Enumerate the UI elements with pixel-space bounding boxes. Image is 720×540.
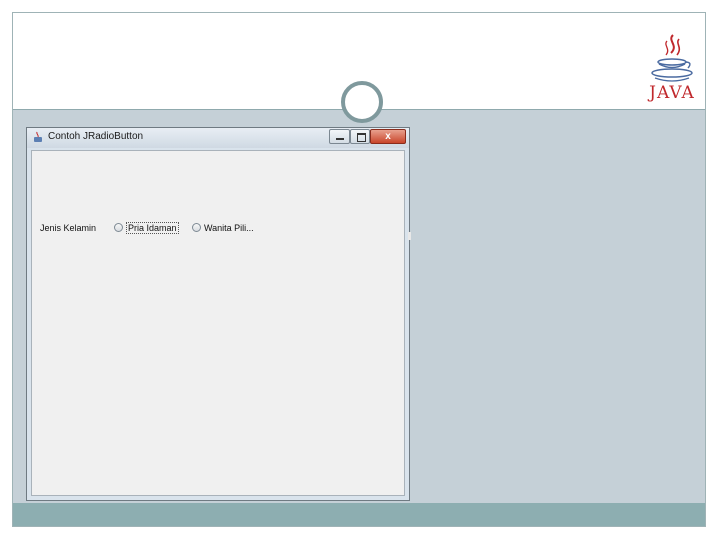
radio-wanita-label[interactable]: Wanita Pili... bbox=[204, 223, 254, 233]
close-icon: x bbox=[385, 131, 391, 142]
gender-label: Jenis Kelamin bbox=[40, 223, 97, 233]
maximize-icon bbox=[357, 133, 366, 142]
radio-pria[interactable] bbox=[114, 223, 123, 232]
slide-footer-bar bbox=[13, 503, 705, 526]
radio-pria-label[interactable]: Pria Idaman bbox=[126, 222, 179, 234]
java-cup-icon bbox=[651, 34, 693, 82]
minimize-button[interactable] bbox=[329, 129, 350, 144]
window-edge-marker bbox=[408, 232, 411, 240]
app-window: Contoh JRadioButton x Jenis Kelamin Pria… bbox=[26, 127, 410, 501]
minimize-icon bbox=[336, 138, 344, 140]
decorative-ring bbox=[341, 81, 383, 123]
window-titlebar[interactable]: Contoh JRadioButton x bbox=[27, 128, 409, 148]
window-title: Contoh JRadioButton bbox=[48, 131, 144, 142]
maximize-button[interactable] bbox=[350, 129, 370, 144]
window-content-pane: Jenis Kelamin Pria Idaman Wanita Pili... bbox=[31, 150, 405, 496]
java-app-icon bbox=[32, 131, 45, 144]
close-button[interactable]: x bbox=[370, 129, 406, 144]
java-logo-text: JAVA bbox=[649, 83, 695, 103]
java-logo: JAVA bbox=[643, 31, 701, 111]
radio-wanita[interactable] bbox=[192, 223, 201, 232]
